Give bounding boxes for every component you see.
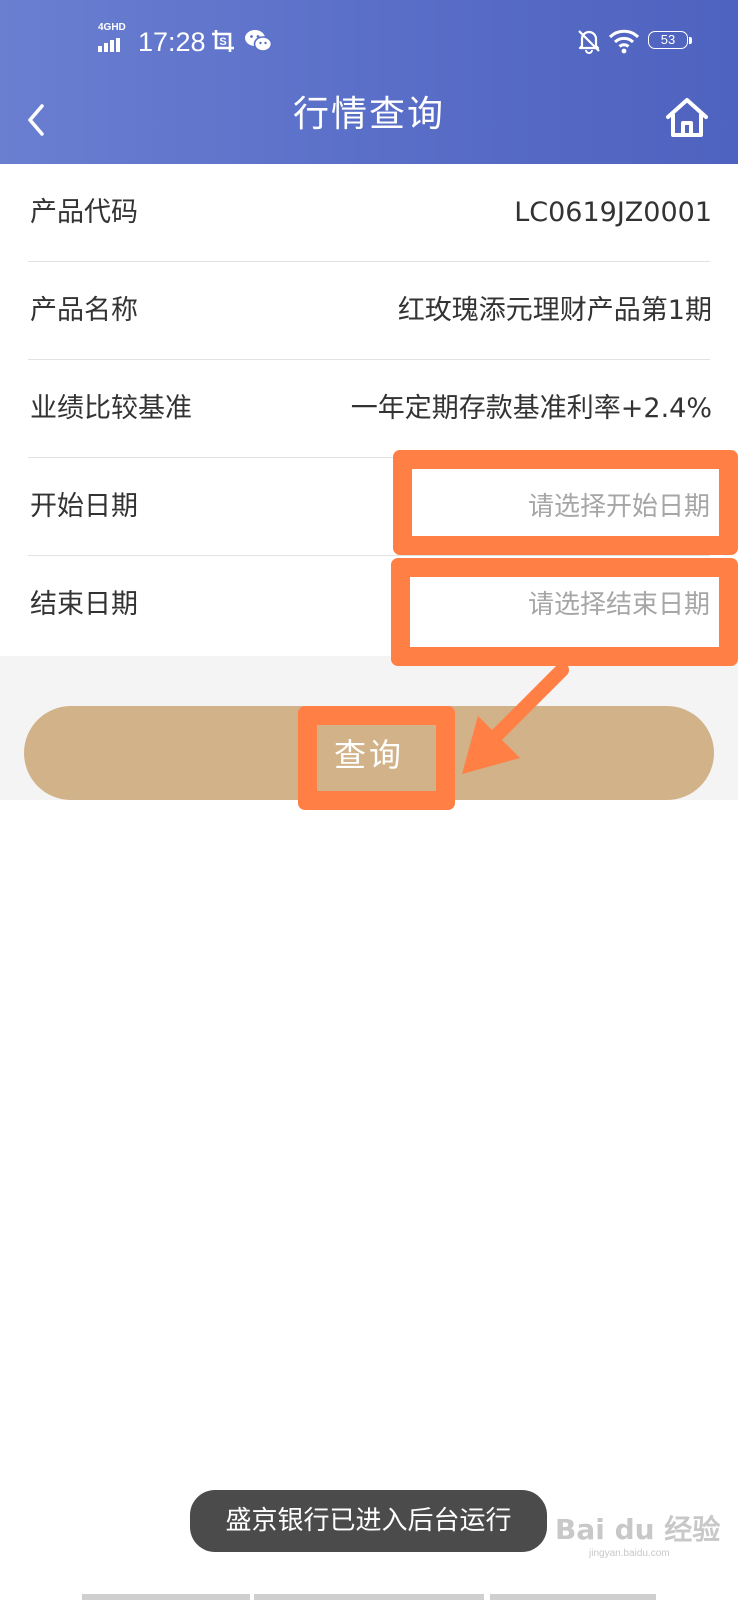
row-product-code: 产品代码 LC0619JZ0001: [28, 164, 712, 262]
watermark-text: Bai du 经验: [555, 1513, 721, 1546]
svg-text:S: S: [219, 36, 226, 48]
query-button[interactable]: 查询: [24, 706, 714, 800]
bottom-bar-right: [490, 1594, 656, 1600]
product-code-value: LC0619JZ0001: [514, 197, 712, 228]
row-benchmark: 业绩比较基准 一年定期存款基准利率+2.4%: [28, 360, 712, 458]
start-date-label: 开始日期: [30, 491, 138, 522]
battery-icon: 53: [648, 31, 694, 51]
row-end-date: 结束日期: [28, 556, 710, 654]
query-form: 产品代码 LC0619JZ0001 产品名称 红玫瑰添元理财产品第1期 业绩比较…: [0, 164, 738, 656]
network-type: 4GHD: [98, 22, 126, 33]
bottom-bar-middle: [254, 1594, 484, 1600]
page-title: 行情查询: [292, 94, 445, 135]
row-start-date: 开始日期: [28, 458, 710, 556]
clock: 17:28: [138, 27, 206, 57]
button-area: 查询: [0, 656, 738, 800]
nav-bar: 行情查询: [0, 80, 738, 164]
screenshot-icon: S: [212, 30, 234, 52]
home-icon[interactable]: [663, 94, 711, 142]
toast-message: 盛京银行已进入后台运行: [190, 1490, 547, 1552]
status-bar: 4GHD 17:28 S 53: [0, 0, 738, 80]
app-header: 4GHD 17:28 S 53 行情查询: [0, 0, 738, 164]
end-date-input[interactable]: [410, 582, 710, 628]
row-product-name: 产品名称 红玫瑰添元理财产品第1期: [28, 262, 712, 360]
benchmark-value: 一年定期存款基准利率+2.4%: [350, 393, 712, 424]
mute-bell-icon: [578, 30, 600, 54]
product-name-value: 红玫瑰添元理财产品第1期: [397, 295, 712, 326]
benchmark-label: 业绩比较基准: [30, 393, 192, 424]
start-date-input[interactable]: [410, 484, 710, 530]
signal-icon: 4GHD: [98, 22, 128, 52]
wechat-icon: [245, 30, 272, 52]
bottom-bar-left: [82, 1594, 250, 1600]
product-code-label: 产品代码: [30, 197, 138, 228]
watermark-logo: Bai du 经验 jingyan.baidu.com: [555, 1512, 720, 1560]
battery-level: 53: [660, 32, 676, 47]
watermark-url: jingyan.baidu.com: [589, 1548, 670, 1559]
product-name-label: 产品名称: [30, 295, 138, 326]
wifi-icon: [608, 29, 640, 54]
end-date-label: 结束日期: [30, 589, 138, 620]
